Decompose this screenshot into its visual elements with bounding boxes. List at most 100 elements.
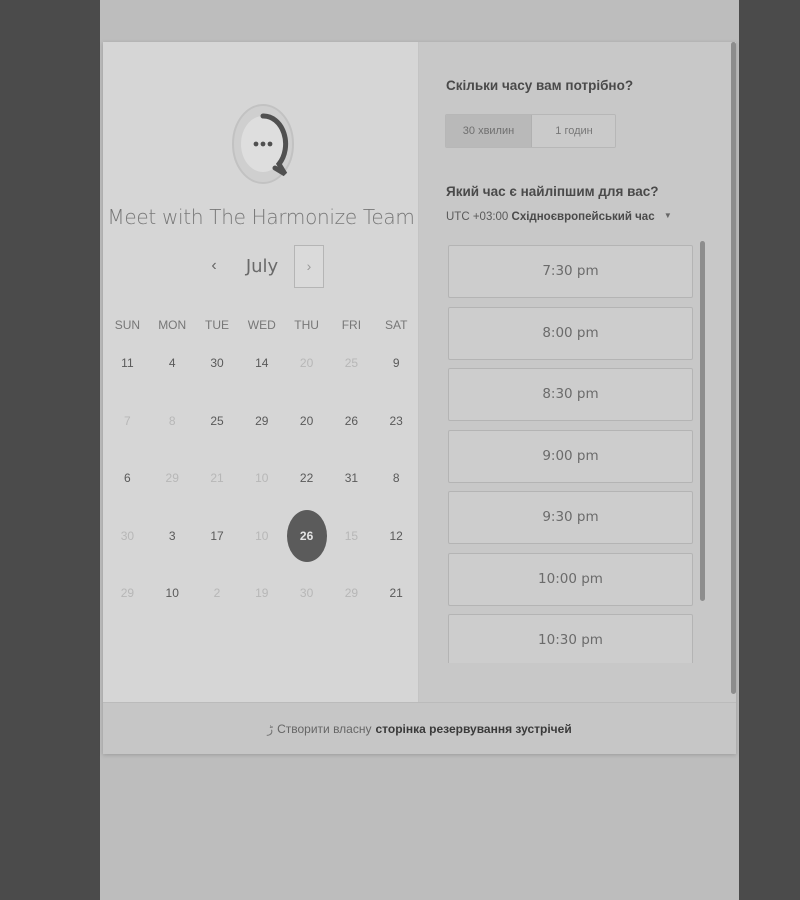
weekday-label: MON (158, 318, 187, 332)
calendar-day[interactable]: 4 (150, 337, 195, 389)
card-footer: ڑ Створити власну сторінка резервування … (103, 702, 736, 754)
calendar-weeks: 11 4 30 14 20 25 9 7 8 25 29 20 26 23 6 29 21 10 22 31 8 30 3 1… (105, 337, 419, 625)
calendar-day: 29 (329, 567, 374, 619)
sprout-icon: ڑ (267, 721, 274, 736)
timezone-offset: UTC +03:00 (446, 211, 509, 223)
calendar-day-number: 10 (255, 471, 269, 485)
calendar-day-number: 2 (213, 586, 221, 600)
calendar-day-number: 8 (168, 413, 176, 428)
calendar-day: 30 (284, 567, 329, 619)
calendar-day-number: 20 (299, 413, 314, 428)
calendar-day[interactable]: 26 (329, 395, 374, 447)
footer-prefix: Створити власну (277, 721, 372, 736)
calendar-day[interactable]: 22 (284, 452, 329, 504)
calendar-day-number: 14 (255, 356, 269, 370)
time-question: Який час є найліпшим для вас? (446, 184, 659, 199)
duration-option-1h[interactable]: 1 годин (532, 115, 615, 147)
calendar-day-number: 22 (299, 471, 314, 485)
calendar-day-number: 20 (299, 356, 314, 370)
calendar-day: 29 (150, 452, 195, 504)
team-avatar (232, 104, 294, 184)
calendar-day-number: 11 (121, 356, 134, 370)
time-slot[interactable]: 9:30 pm (448, 491, 693, 544)
calendar-day-number: 29 (255, 413, 269, 428)
time-slot[interactable]: 8:30 pm (448, 368, 693, 421)
calendar-day-number: 10 (255, 528, 269, 543)
calendar-day: 20 (284, 337, 329, 389)
calendar-day-number: 3 (168, 528, 176, 543)
calendar-day[interactable]: 14 (239, 337, 284, 389)
calendar-day-number: 21 (210, 471, 224, 485)
month-navigation: ‹ July › (103, 244, 419, 290)
card-scrollbar[interactable] (731, 42, 736, 694)
calendar-day-selected[interactable]: 26 (284, 509, 329, 562)
duration-option-30min[interactable]: 30 хвилин (446, 115, 532, 147)
calendar-day: 29 (105, 567, 150, 619)
calendar-day: 30 (105, 510, 150, 562)
calendar-day[interactable]: 21 (374, 567, 419, 619)
calendar-day-number: 29 (165, 471, 179, 485)
calendar-day-number: 6 (124, 471, 131, 485)
team-title: Meet with The Harmonize Team (107, 205, 415, 229)
calendar-day[interactable]: 30 (195, 337, 240, 389)
time-slot[interactable]: 7:30 pm (448, 245, 693, 298)
calendar-week-row: 29 10 2 19 30 29 21 (105, 567, 419, 625)
calendar-day-number: 10 (165, 586, 179, 600)
calendar-day[interactable]: 12 (374, 510, 419, 562)
time-slot[interactable]: 10:30 pm (448, 614, 693, 663)
calendar-day-number: 8 (392, 471, 400, 485)
calendar-week-row: 6 29 21 10 22 31 8 (105, 452, 419, 510)
time-slot-list[interactable]: 7:30 pm 8:00 pm 8:30 pm 9:00 pm 9:30 pm … (446, 243, 708, 663)
calendar-day-number: 25 (344, 356, 359, 370)
calendar-day[interactable]: 23 (374, 395, 419, 447)
slot-list-scrollbar[interactable] (700, 241, 705, 601)
calendar-day-number: 30 (299, 586, 314, 600)
calendar-day-number: 29 (344, 586, 359, 600)
calendar-day-number: 21 (389, 586, 403, 600)
calendar-day: 2 (195, 567, 240, 619)
calendar-day[interactable]: 31 (329, 452, 374, 504)
calendar-day[interactable]: 20 (284, 395, 329, 447)
calendar-day-number: 15 (344, 528, 359, 543)
calendar-day-number: 17 (210, 528, 224, 543)
calendar-day-number: 31 (344, 471, 359, 485)
calendar-day-number: 12 (389, 528, 403, 543)
footer-link[interactable]: сторінка резервування зустрічей (375, 722, 571, 736)
calendar-day[interactable]: 3 (150, 510, 195, 562)
calendar-day: 8 (150, 395, 195, 447)
calendar-day[interactable]: 10 (150, 567, 195, 619)
weekday-label: SAT (384, 318, 408, 332)
calendar-day: 21 (195, 452, 240, 504)
calendar-day-number: 26 (299, 528, 314, 543)
calendar-day[interactable]: 8 (374, 452, 419, 504)
weekday-label: FRI (341, 318, 362, 332)
calendar-day[interactable]: 25 (195, 395, 240, 447)
caret-down-icon: ▼ (663, 211, 672, 220)
calendar-day: 7 (105, 395, 150, 447)
next-month-button[interactable]: › (294, 245, 324, 288)
calendar-day[interactable]: 9 (374, 337, 419, 389)
calendar-day: 10 (239, 510, 284, 562)
calendar-day-number: 29 (120, 586, 135, 600)
timezone-selector[interactable]: UTC +03:00 Східноєвропейський час ▼ (446, 211, 672, 223)
time-slot[interactable]: 8:00 pm (448, 307, 693, 360)
calendar-day[interactable]: 11 (105, 337, 150, 389)
month-label: July (245, 256, 279, 277)
weekday-header: SUN MON TUE WED THU FRI SAT (105, 313, 419, 337)
calendar-day[interactable]: 6 (105, 452, 150, 504)
duration-question: Скільки часу вам потрібно? (446, 78, 634, 93)
weekday-label: SUN (114, 318, 141, 332)
time-slot[interactable]: 9:00 pm (448, 430, 693, 483)
duration-toggle: 30 хвилин 1 годин (445, 114, 616, 148)
calendar-day-number: 23 (389, 413, 403, 428)
calendar-grid: SUN MON TUE WED THU FRI SAT 11 4 30 14 20 25 9… (105, 313, 419, 625)
calendar-day[interactable]: 29 (239, 395, 284, 447)
calendar-day: 19 (239, 567, 284, 619)
calendar-day-number: 19 (255, 586, 269, 600)
prev-month-button[interactable]: ‹ (203, 254, 225, 278)
calendar-week-row: 7 8 25 29 20 26 23 (105, 395, 419, 453)
calendar-day-number: 25 (210, 413, 224, 428)
time-slot[interactable]: 10:00 pm (448, 553, 693, 606)
calendar-day-number: 30 (120, 528, 135, 543)
calendar-day[interactable]: 17 (195, 510, 240, 562)
